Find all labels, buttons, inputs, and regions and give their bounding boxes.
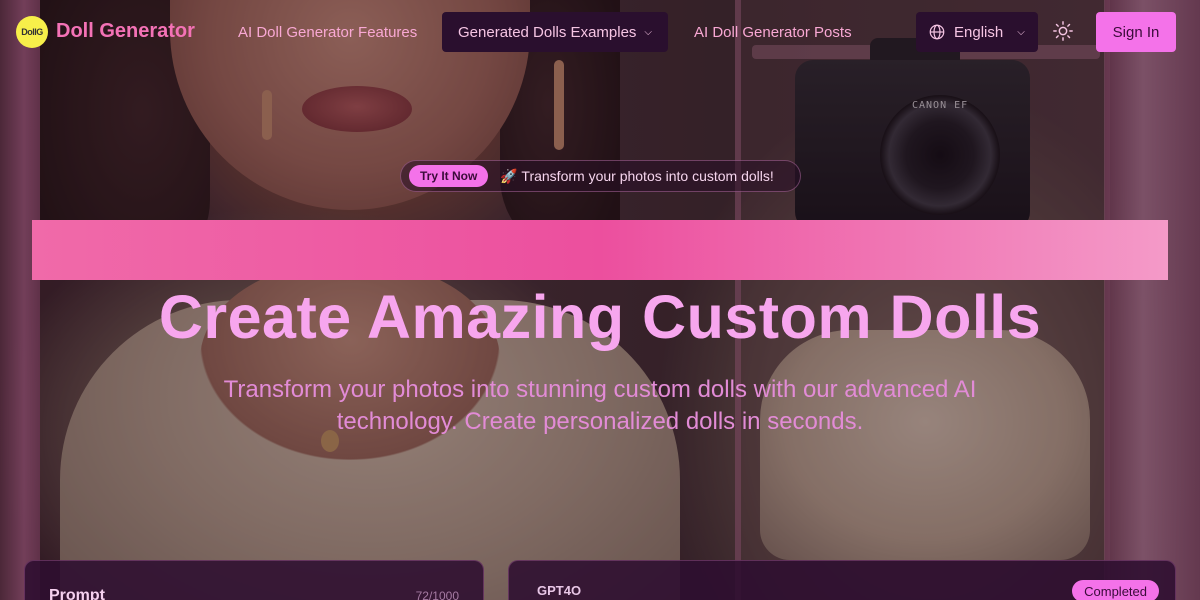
- nav-link-features[interactable]: AI Doll Generator Features: [222, 12, 433, 52]
- page-subtitle: Transform your photos into stunning cust…: [223, 376, 977, 435]
- announcement-pill[interactable]: Try It Now 🚀 Transform your photos into …: [400, 160, 801, 192]
- brand-logo[interactable]: DollG: [16, 16, 48, 48]
- model-name: GPT4O: [537, 583, 582, 598]
- chevron-down-icon: ⌵: [644, 26, 653, 38]
- prompt-char-counter: 72/1000: [415, 589, 459, 600]
- prompt-card-title: Prompt: [49, 587, 105, 600]
- page-title: Create Amazing Custom Dolls: [158, 283, 1042, 351]
- nav-link-label: AI Doll Generator Posts: [694, 23, 852, 41]
- try-it-now-badge[interactable]: Try It Now: [409, 165, 489, 187]
- nav-link-posts[interactable]: AI Doll Generator Posts: [678, 12, 868, 52]
- result-card: GPT4O Completed: [508, 560, 1176, 600]
- prompt-card: Prompt 72/1000: [24, 560, 484, 600]
- language-label: English: [954, 23, 1004, 41]
- sign-in-button[interactable]: Sign In: [1096, 12, 1176, 52]
- chevron-down-icon: ⌵: [1017, 26, 1025, 38]
- language-selector[interactable]: English ⌵: [916, 12, 1038, 52]
- globe-icon: [929, 24, 945, 40]
- pink-banner: [32, 220, 1168, 280]
- status-badge: Completed: [1072, 580, 1159, 600]
- top-navigation: DollG Doll Generator AI Doll Generator F…: [0, 0, 1200, 64]
- brand-name[interactable]: Doll Generator: [56, 20, 195, 43]
- nav-link-examples[interactable]: Generated Dolls Examples ⌵: [442, 12, 669, 52]
- nav-link-label: Generated Dolls Examples: [458, 23, 637, 41]
- nav-link-label: AI Doll Generator Features: [238, 23, 418, 41]
- sun-icon[interactable]: [1052, 20, 1074, 42]
- announcement-text: 🚀 Transform your photos into custom doll…: [500, 167, 774, 184]
